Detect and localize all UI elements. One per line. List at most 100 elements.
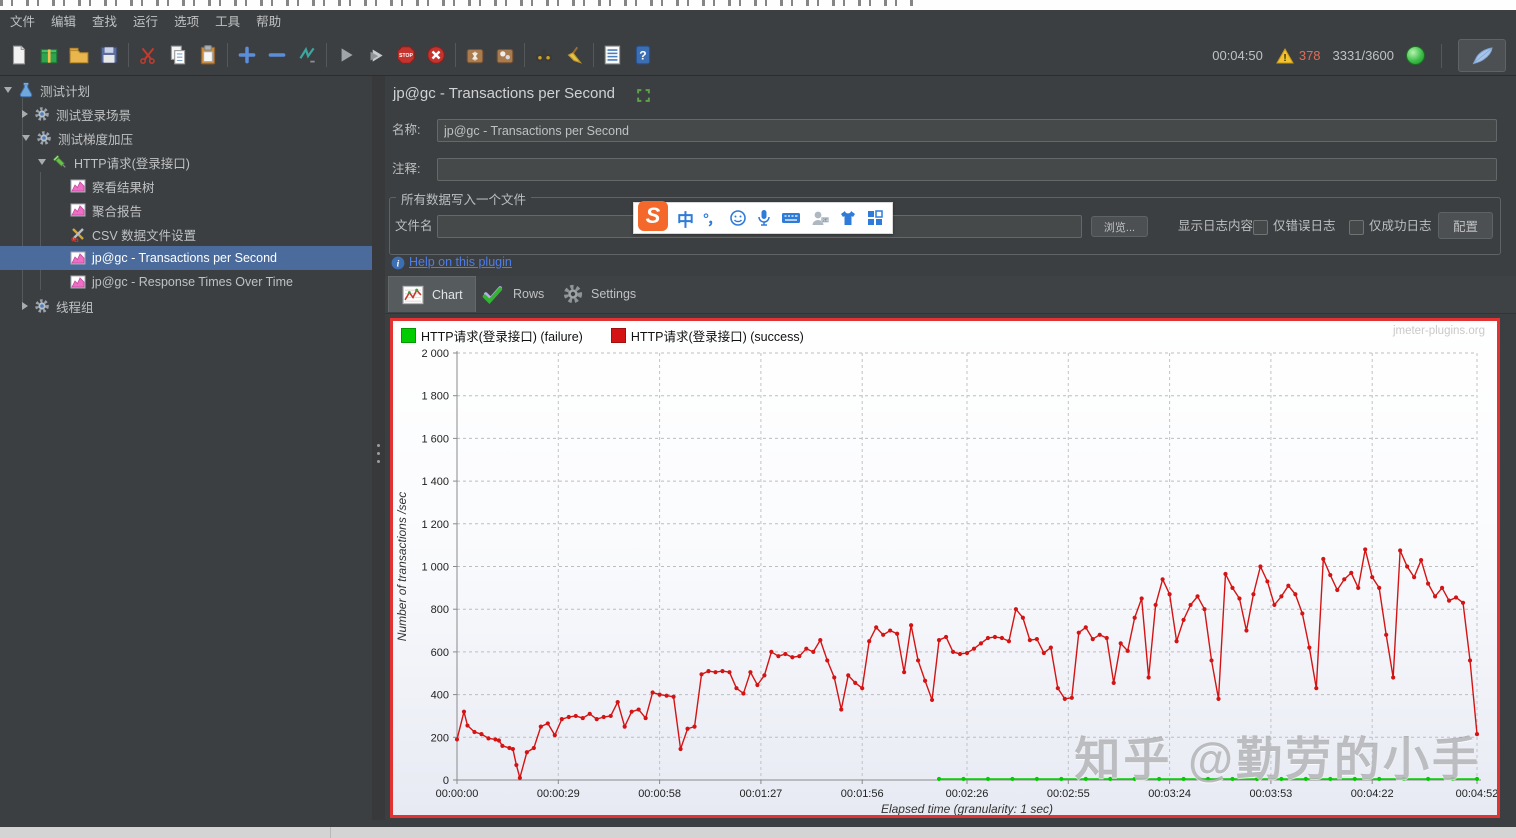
function-helper-icon[interactable]: [598, 40, 628, 70]
comment-label: 注释:: [392, 162, 421, 176]
menu-search[interactable]: 查找: [84, 10, 125, 35]
toggle-icon[interactable]: [292, 40, 322, 70]
svg-text:!: !: [1283, 53, 1286, 64]
paste-icon[interactable]: [193, 40, 223, 70]
collapse-arrow-icon[interactable]: [4, 87, 12, 93]
expand-arrow-icon[interactable]: [22, 110, 28, 118]
tree-item-stepping-load[interactable]: 测试梯度加压: [0, 126, 372, 150]
errors-only-label: 仅错误日志: [1273, 219, 1336, 233]
cleanup-all-icon[interactable]: [490, 40, 520, 70]
svg-text:800: 800: [431, 604, 449, 616]
panel-splitter[interactable]: [372, 76, 385, 820]
templates-icon[interactable]: [34, 40, 64, 70]
apache-feather-button[interactable]: [1458, 39, 1506, 72]
thread-count: 3331/3600: [1332, 48, 1394, 63]
cleanup-results-icon[interactable]: [460, 40, 490, 70]
configure-button[interactable]: 配置: [1438, 212, 1493, 239]
help-icon[interactable]: ?: [628, 40, 658, 70]
menu-tools[interactable]: 工具: [207, 10, 248, 35]
tree-item-transactions-per-second[interactable]: jp@gc - Transactions per Second: [0, 246, 372, 270]
menu-options[interactable]: 选项: [166, 10, 207, 35]
copy-icon[interactable]: [163, 40, 193, 70]
emoji-icon[interactable]: [729, 209, 747, 227]
punctuation-icon[interactable]: °，: [703, 208, 722, 229]
svg-text:00:03:53: 00:03:53: [1249, 788, 1292, 800]
help-plugin-link[interactable]: Help on this plugin: [409, 255, 512, 269]
name-label: 名称:: [392, 123, 421, 137]
http-sampler-syringe-icon: [52, 154, 66, 168]
listener-chart-icon: [70, 275, 86, 289]
toolbar-status: 00:04:50 ! 378 3331/3600: [1212, 35, 1506, 76]
taskbar-strip: [0, 827, 1516, 838]
warning-icon: !: [1275, 47, 1294, 64]
tree-item-test-plan[interactable]: 测试计划: [0, 78, 372, 102]
svg-text:00:02:26: 00:02:26: [946, 788, 989, 800]
comment-input[interactable]: [437, 158, 1497, 181]
name-input[interactable]: [437, 119, 1497, 142]
cut-icon[interactable]: [133, 40, 163, 70]
svg-text:Elapsed time (granularity: 1 s: Elapsed time (granularity: 1 sec): [881, 802, 1053, 815]
tree-item-aggregate-report[interactable]: 聚合报告: [0, 198, 372, 222]
tab-settings[interactable]: Settings: [550, 276, 648, 312]
handwriting-person-icon[interactable]: 2E: [810, 209, 830, 227]
tab-chart[interactable]: Chart: [388, 276, 476, 312]
mic-icon[interactable]: [756, 209, 772, 227]
svg-text:Number of transactions /sec: Number of transactions /sec: [395, 492, 409, 641]
svg-text:0: 0: [443, 775, 449, 787]
feather-icon: [1472, 46, 1493, 64]
new-file-icon[interactable]: [4, 40, 34, 70]
svg-text:1 200: 1 200: [421, 519, 449, 531]
browse-button[interactable]: 浏览...: [1091, 216, 1148, 237]
collapse-arrow-icon[interactable]: [38, 159, 46, 165]
save-icon[interactable]: [94, 40, 124, 70]
remove-icon[interactable]: [262, 40, 292, 70]
tree-item-http-request[interactable]: HTTP请求(登录接口): [0, 150, 372, 174]
sogou-logo-icon[interactable]: S: [638, 201, 668, 231]
search-icon[interactable]: [529, 40, 559, 70]
taskbar-divider: [330, 827, 331, 838]
skin-tshirt-icon[interactable]: [839, 209, 857, 227]
add-icon[interactable]: [232, 40, 262, 70]
jmeter-window: 文件 编辑 查找 运行 选项 工具 帮助 STOP ? 00:04:50 ! 3…: [0, 0, 1516, 838]
maximize-panel-icon[interactable]: [636, 88, 651, 103]
tree-item-login-scenario[interactable]: 测试登录场景: [0, 102, 372, 126]
svg-text:00:00:00: 00:00:00: [436, 788, 479, 800]
menu-help[interactable]: 帮助: [248, 10, 289, 35]
svg-text:00:01:56: 00:01:56: [841, 788, 884, 800]
collapse-arrow-icon[interactable]: [22, 135, 30, 141]
svg-text:1 000: 1 000: [421, 562, 449, 574]
svg-text:STOP: STOP: [399, 53, 413, 59]
tab-rows[interactable]: Rows: [468, 276, 556, 312]
failure-swatch-icon: [401, 328, 416, 343]
page-title: jp@gc - Transactions per Second: [393, 85, 616, 102]
start-icon[interactable]: [331, 40, 361, 70]
success-only-checkbox[interactable]: [1349, 220, 1364, 235]
stop-sign-icon[interactable]: STOP: [391, 40, 421, 70]
legend-failure: HTTP请求(登录接口) (failure): [401, 326, 583, 345]
menu-edit[interactable]: 编辑: [43, 10, 84, 35]
listener-chart-icon: [70, 179, 86, 193]
shutdown-icon[interactable]: [421, 40, 451, 70]
clear-icon[interactable]: [559, 40, 589, 70]
tree-item-csv-data-set[interactable]: CSV 数据文件设置: [0, 222, 372, 246]
menu-run[interactable]: 运行: [125, 10, 166, 35]
keyboard-icon[interactable]: [781, 210, 801, 226]
running-led-icon: [1406, 46, 1425, 65]
ime-toolbar: S 中 °， 2E: [633, 201, 893, 234]
chinese-mode-icon[interactable]: 中: [677, 206, 694, 231]
open-file-icon[interactable]: [64, 40, 94, 70]
svg-text:2E: 2E: [822, 217, 828, 222]
toolbox-grid-icon[interactable]: [866, 209, 884, 227]
errors-only-checkbox[interactable]: [1253, 220, 1268, 235]
menu-file[interactable]: 文件: [2, 10, 43, 35]
tree-item-view-results-tree[interactable]: 察看结果树: [0, 174, 372, 198]
start-no-pauses-icon[interactable]: [361, 40, 391, 70]
listener-chart-icon: [70, 203, 86, 217]
log-errors-indicator[interactable]: ! 378: [1275, 46, 1321, 66]
svg-text:00:00:58: 00:00:58: [638, 788, 681, 800]
tree-item-thread-group[interactable]: 线程组: [0, 294, 372, 318]
expand-arrow-icon[interactable]: [22, 302, 28, 310]
success-swatch-icon: [610, 328, 626, 343]
info-icon: i: [391, 256, 405, 270]
tree-item-response-times-over-time[interactable]: jp@gc - Response Times Over Time: [0, 270, 372, 294]
